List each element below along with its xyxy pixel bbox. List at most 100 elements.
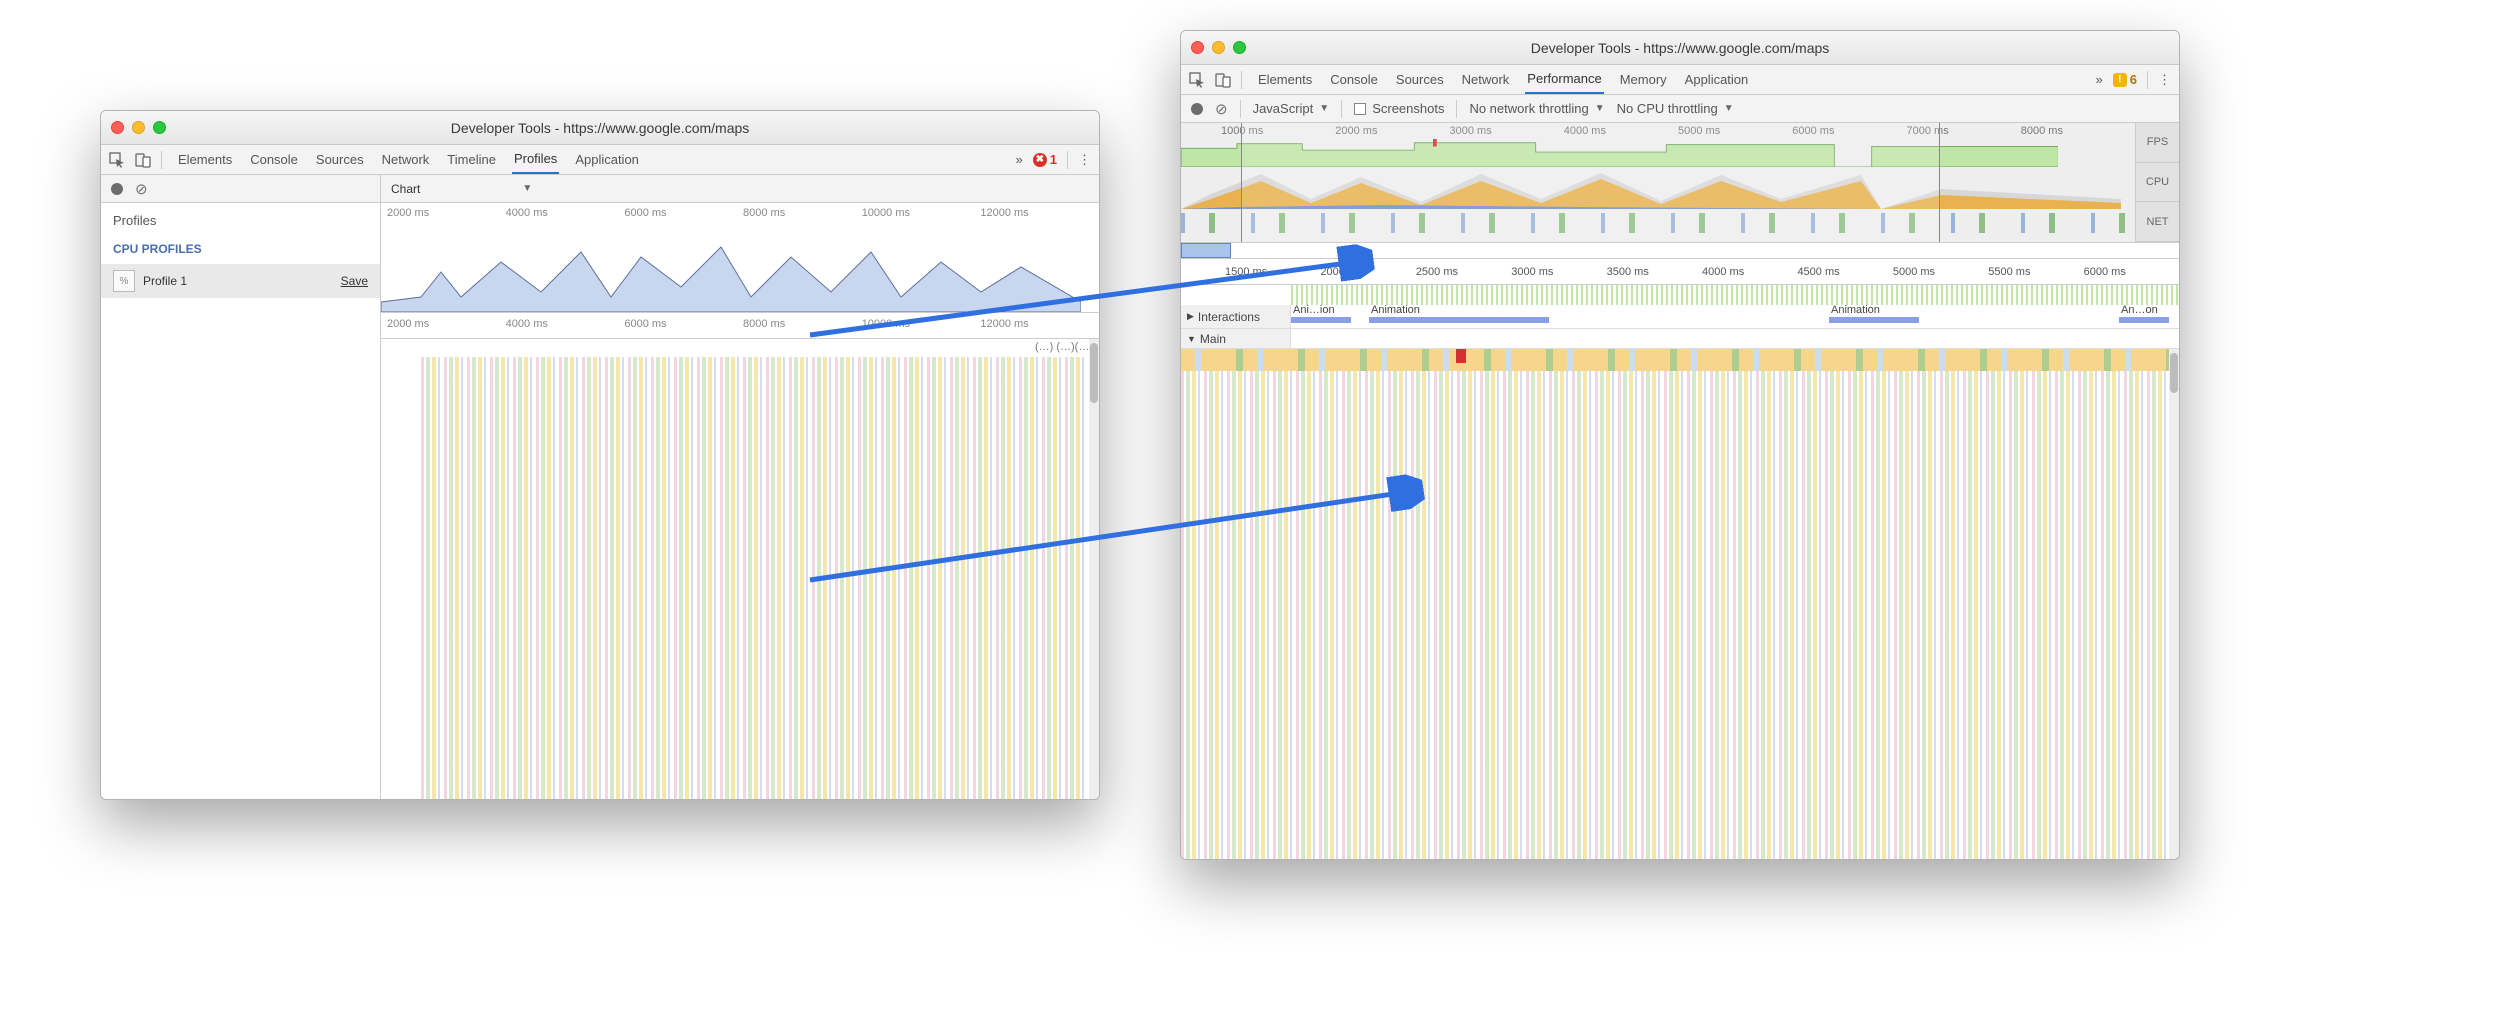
device-toolbar-icon[interactable] — [135, 151, 151, 168]
clear-button[interactable]: ⊘ — [1215, 100, 1228, 118]
main-track-header[interactable]: ▼ Main — [1181, 329, 2179, 349]
time-ruler: 1500 ms 2000 ms 2500 ms 3000 ms 3500 ms … — [1181, 259, 2179, 285]
tick: 8000 ms — [2021, 125, 2135, 137]
scrollbar[interactable] — [2169, 349, 2179, 859]
tick: 4000 ms — [506, 318, 625, 330]
divider — [1240, 100, 1241, 118]
tick: 2000 ms — [387, 318, 506, 330]
tab-application[interactable]: Application — [573, 145, 641, 174]
network-throttle-select[interactable]: No network throttling ▼ — [1469, 101, 1604, 116]
tick: 2000 ms — [1320, 266, 1415, 278]
long-task-marker — [1456, 349, 1466, 363]
profile-label: Profile 1 — [143, 274, 187, 288]
zoom-window-button[interactable] — [153, 121, 166, 134]
details-tabs: Summary Bottom-Up Call Tree Event Log — [1181, 859, 2179, 860]
kebab-menu-icon[interactable]: ⋮ — [2158, 72, 2171, 88]
device-toolbar-icon[interactable] — [1215, 71, 1231, 88]
sidebar-subheading: CPU PROFILES — [101, 238, 380, 264]
kebab-menu-icon[interactable]: ⋮ — [1078, 152, 1091, 168]
profile-icon: % — [113, 270, 135, 292]
divider — [1456, 100, 1457, 118]
tick: 6000 ms — [624, 318, 743, 330]
profile-save-link[interactable]: Save — [341, 274, 368, 288]
scrollbar[interactable] — [1089, 339, 1099, 799]
tick: 2000 ms — [387, 207, 506, 219]
performance-overview[interactable]: 1000 ms 2000 ms 3000 ms 4000 ms 5000 ms … — [1181, 123, 2179, 243]
interactions-track[interactable]: ▶ Interactions Ani…ion Animation Animati… — [1181, 305, 2179, 329]
tab-network[interactable]: Network — [380, 145, 432, 174]
tick: 8000 ms — [743, 318, 862, 330]
window-title: Developer Tools - https://www.google.com… — [181, 120, 1019, 136]
tab-performance[interactable]: Performance — [1525, 65, 1603, 94]
tabs-overflow-button[interactable]: » — [2096, 72, 2103, 87]
tab-sources[interactable]: Sources — [314, 145, 366, 174]
tab-sources[interactable]: Sources — [1394, 65, 1446, 94]
screenshots-checkbox[interactable]: Screenshots — [1354, 101, 1444, 116]
chart-view-label: Chart — [391, 182, 420, 196]
minimap[interactable] — [1181, 243, 2179, 259]
tab-application[interactable]: Application — [1683, 65, 1751, 94]
tabs-overflow-button[interactable]: » — [1016, 152, 1023, 167]
tick: 3500 ms — [1607, 266, 1702, 278]
divider — [1241, 71, 1242, 89]
titlebar[interactable]: Developer Tools - https://www.google.com… — [1181, 31, 2179, 65]
tick: 8000 ms — [743, 207, 862, 219]
minimize-window-button[interactable] — [1212, 41, 1225, 54]
truncated-label: (…) (…)(…) — [1035, 341, 1093, 353]
close-window-button[interactable] — [1191, 41, 1204, 54]
chevron-down-icon: ▼ — [1319, 103, 1329, 114]
performance-toolbar: ⊘ JavaScript ▼ Screenshots No network th… — [1181, 95, 2179, 123]
record-button[interactable] — [1191, 103, 1203, 115]
anim-label: Animation — [1831, 304, 1880, 316]
tab-elements[interactable]: Elements — [1256, 65, 1314, 94]
clear-button[interactable]: ⊘ — [135, 180, 148, 198]
devtools-window-profiles: Developer Tools - https://www.google.com… — [100, 110, 1100, 800]
minimize-window-button[interactable] — [132, 121, 145, 134]
divider — [161, 151, 162, 169]
tab-console[interactable]: Console — [1328, 65, 1380, 94]
tab-console[interactable]: Console — [248, 145, 300, 174]
checkbox-icon — [1354, 103, 1366, 115]
tick: 4000 ms — [1702, 266, 1797, 278]
tab-timeline[interactable]: Timeline — [445, 145, 498, 174]
record-button[interactable] — [111, 183, 123, 195]
tab-profiles[interactable]: Profiles — [512, 145, 559, 174]
tick: 6000 ms — [624, 207, 743, 219]
titlebar[interactable]: Developer Tools - https://www.google.com… — [101, 111, 1099, 145]
disclosure-icon[interactable]: ▼ — [1187, 334, 1196, 344]
inspect-element-icon[interactable] — [1189, 71, 1205, 88]
overview-sparkline — [381, 242, 1081, 312]
close-window-button[interactable] — [111, 121, 124, 134]
cpu-overview[interactable]: 2000 ms 4000 ms 6000 ms 8000 ms 10000 ms… — [381, 203, 1099, 313]
chart-view-select[interactable]: Chart ▼ — [381, 175, 1099, 203]
minimap-selection[interactable] — [1181, 243, 1231, 258]
filter-select[interactable]: JavaScript ▼ — [1253, 101, 1330, 116]
zoom-window-button[interactable] — [1233, 41, 1246, 54]
tab-elements[interactable]: Elements — [176, 145, 234, 174]
tick: 5000 ms — [1893, 266, 1988, 278]
traffic-lights — [111, 121, 181, 134]
lane-label-fps: FPS — [2136, 123, 2179, 163]
divider — [1067, 151, 1068, 169]
main-flame-chart[interactable] — [1181, 349, 2179, 859]
tab-network[interactable]: Network — [1460, 65, 1512, 94]
cpu-throttle-select[interactable]: No CPU throttling ▼ — [1617, 101, 1734, 116]
profile-list-item[interactable]: % Profile 1 Save — [101, 264, 380, 298]
overview-selection[interactable] — [1241, 123, 1940, 242]
chart-ruler: 2000 ms 4000 ms 6000 ms 8000 ms 10000 ms… — [381, 313, 1099, 339]
tick: 4000 ms — [506, 207, 625, 219]
lane-label-cpu: CPU — [2136, 163, 2179, 203]
traffic-lights — [1191, 41, 1261, 54]
profiles-toolbar: ⊘ — [101, 175, 380, 203]
tab-memory[interactable]: Memory — [1618, 65, 1669, 94]
disclosure-icon[interactable]: ▶ — [1187, 311, 1194, 322]
overview-ticks: 2000 ms 4000 ms 6000 ms 8000 ms 10000 ms… — [381, 203, 1099, 219]
anim-label: Ani…ion — [1293, 304, 1335, 316]
frames-track — [1291, 285, 2179, 305]
error-badge[interactable]: 1 — [1033, 152, 1057, 167]
warning-badge[interactable]: 6 — [2113, 72, 2137, 87]
inspect-element-icon[interactable] — [109, 151, 125, 168]
flame-chart[interactable]: (…) (…)(…) — [381, 339, 1099, 799]
tick: 12000 ms — [980, 207, 1099, 219]
interactions-label: Interactions — [1198, 310, 1260, 324]
